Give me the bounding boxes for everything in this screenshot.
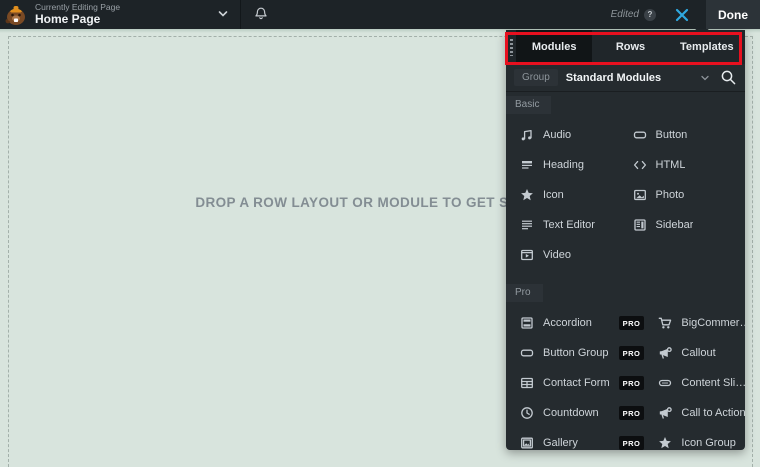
module-video[interactable]: Video	[516, 240, 623, 270]
chevron-down-icon[interactable]	[216, 7, 230, 21]
chevron-down-icon	[701, 75, 709, 80]
module-countdown[interactable]: Countdown PRO	[516, 398, 648, 428]
content-panel: Modules Rows Templates Group Standard Mo…	[506, 30, 745, 450]
megaphone-icon	[660, 347, 673, 359]
pro-modules-grid: Accordion PRO BigCommer… PRO Button Grou…	[506, 302, 745, 450]
current-page-selector[interactable]: Currently Editing Page Home Page	[35, 2, 120, 26]
module-gallery[interactable]: Gallery PRO	[516, 428, 648, 450]
button-icon	[520, 349, 534, 357]
button-icon	[633, 131, 646, 139]
pro-badge: PRO	[618, 316, 645, 330]
module-button-group[interactable]: Button Group PRO	[516, 338, 648, 368]
video-player-icon	[521, 249, 533, 261]
pro-badge: PRO	[618, 376, 645, 390]
group-label: Group	[514, 69, 558, 86]
module-call-to-action[interactable]: Call to Action PRO	[654, 398, 745, 428]
photo-icon	[633, 189, 646, 201]
empty-cell	[629, 240, 736, 270]
pro-badge: PRO	[618, 346, 645, 360]
module-button[interactable]: Button	[629, 120, 736, 150]
module-list-scroll-area[interactable]: Basic Audio Button Heading HTML Icon Pho…	[506, 92, 745, 450]
sidebar-icon	[633, 219, 646, 231]
top-toolbar: Currently Editing Page Home Page Edited …	[0, 0, 760, 29]
module-heading[interactable]: Heading	[516, 150, 623, 180]
module-audio[interactable]: Audio	[516, 120, 623, 150]
close-panel-x-icon[interactable]	[674, 7, 690, 23]
module-icon[interactable]: Icon	[516, 180, 623, 210]
edited-status: Edited	[610, 9, 639, 20]
star-icon	[659, 437, 672, 449]
page-title: Home Page	[35, 11, 101, 26]
toolbar-divider	[240, 0, 241, 29]
section-header-pro: Pro	[506, 282, 745, 302]
star-icon	[521, 189, 533, 201]
notifications-bell-icon[interactable]	[253, 6, 269, 22]
module-contact-form[interactable]: Contact Form PRO	[516, 368, 648, 398]
module-callout[interactable]: Callout PRO	[654, 338, 745, 368]
group-dropdown[interactable]: Standard Modules	[566, 72, 720, 84]
slider-pill-icon	[659, 379, 672, 387]
search-icon[interactable]	[720, 69, 737, 86]
done-button[interactable]: Done	[706, 0, 760, 29]
music-note-icon	[521, 129, 532, 141]
text-lines-icon	[522, 220, 532, 230]
group-selected-value: Standard Modules	[565, 71, 662, 84]
module-bigcommerce[interactable]: BigCommer… PRO	[654, 308, 745, 338]
beaver-builder-logo-icon[interactable]	[4, 3, 28, 27]
module-photo[interactable]: Photo	[629, 180, 736, 210]
accordion-icon	[521, 317, 533, 329]
clock-icon	[521, 407, 533, 419]
help-icon[interactable]: ?	[644, 8, 656, 21]
panel-drag-grip-icon[interactable]	[510, 39, 513, 56]
module-sidebar[interactable]: Sidebar	[629, 210, 736, 240]
code-brackets-icon	[633, 160, 646, 170]
module-text-editor[interactable]: Text Editor	[516, 210, 623, 240]
panel-tab-bar: Modules Rows Templates	[506, 30, 745, 64]
tab-rows[interactable]: Rows	[592, 30, 668, 64]
module-content-slider[interactable]: Content Sli… PRO	[654, 368, 745, 398]
module-accordion[interactable]: Accordion PRO	[516, 308, 648, 338]
module-html[interactable]: HTML	[629, 150, 736, 180]
tab-modules[interactable]: Modules	[516, 30, 593, 64]
tab-templates[interactable]: Templates	[669, 30, 745, 64]
basic-modules-grid: Audio Button Heading HTML Icon Photo Tex…	[506, 114, 745, 270]
megaphone-icon	[660, 407, 673, 419]
pro-badge: PRO	[618, 436, 645, 450]
gallery-icon	[521, 437, 533, 449]
form-table-icon	[521, 377, 533, 389]
pro-badge: PRO	[618, 406, 645, 420]
heading-lines-icon	[522, 161, 532, 169]
module-group-row: Group Standard Modules	[506, 64, 745, 92]
module-icon-group[interactable]: Icon Group PRO	[654, 428, 745, 450]
shopping-cart-icon	[659, 317, 672, 329]
section-header-basic: Basic	[506, 94, 745, 114]
